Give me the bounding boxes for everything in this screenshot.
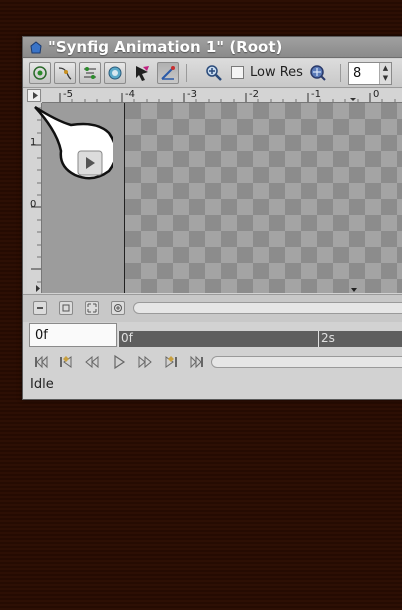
toolbar-separator [186,64,187,82]
synfig-canvas-window: "Synfig Animation 1" (Root) Low Res 8 ▲ … [22,36,402,400]
show-guides-icon[interactable] [54,62,76,84]
zoom-fit-icon[interactable] [59,301,73,315]
play-icon[interactable] [111,354,127,370]
time-mark-2s [318,331,319,347]
vruler-tick: 0 [30,199,37,210]
prev-frame-icon[interactable] [84,354,100,370]
zoom-in-icon[interactable] [203,62,225,84]
spin-arrows-icon[interactable]: ▲ ▼ [379,63,391,84]
menu-hint-callout [34,105,113,180]
seek-begin-icon[interactable] [33,354,49,370]
quality-spinbutton[interactable]: 8 ▲ ▼ [348,62,392,85]
onion-skin-icon[interactable] [79,62,101,84]
zoom-out-small-icon[interactable] [33,301,47,315]
background-icon[interactable] [104,62,126,84]
hruler-tick: -3 [187,89,197,100]
synfig-app-icon [29,40,43,54]
hruler-tick: -4 [125,89,135,100]
hruler-tick: -5 [63,89,73,100]
timeline-scrollbar[interactable] [211,356,402,368]
hruler-tick: 0 [373,89,380,100]
canvas-toolbar: Low Res 8 ▲ ▼ [23,59,402,88]
time-start-label: 0f [121,331,133,345]
canvas-checkerboard[interactable] [124,103,402,293]
canvas-horizontal-scrollbar[interactable] [133,302,402,314]
low-res-label: Low Res [250,65,303,80]
seek-end-icon[interactable] [189,354,205,370]
toolbar-separator-2 [340,64,341,82]
time-slider[interactable]: 0f 2s [118,331,402,347]
time-mark-start [118,331,119,347]
transport-bar [23,350,402,374]
hruler-tick: -2 [249,89,259,100]
horizontal-ruler: -5 -4 -3 -2 -1 0 [42,89,402,103]
low-res-checkbox[interactable] [231,66,244,79]
prev-keyframe-icon[interactable] [58,354,74,370]
title-bar[interactable]: "Synfig Animation 1" (Root) [23,37,402,58]
next-frame-icon[interactable] [137,354,153,370]
current-frame-field[interactable]: 0f [29,323,117,347]
zoom-in-small-icon[interactable] [111,301,125,315]
zoom-out-icon[interactable] [307,62,329,84]
time-2s-label: 2s [321,331,335,345]
zoom-100-icon[interactable] [85,301,99,315]
menu-caret-button[interactable] [27,89,41,102]
pen-tool-icon[interactable] [157,62,179,84]
status-text: Idle [30,377,54,392]
next-keyframe-icon[interactable] [163,354,179,370]
show-grid-icon[interactable] [29,62,51,84]
hruler-tick: -1 [311,89,321,100]
canvas-navigation-bar [23,294,402,322]
tool-arrow-icon[interactable] [131,62,153,84]
window-title: "Synfig Animation 1" (Root) [48,38,283,56]
quality-value: 8 [353,66,362,81]
